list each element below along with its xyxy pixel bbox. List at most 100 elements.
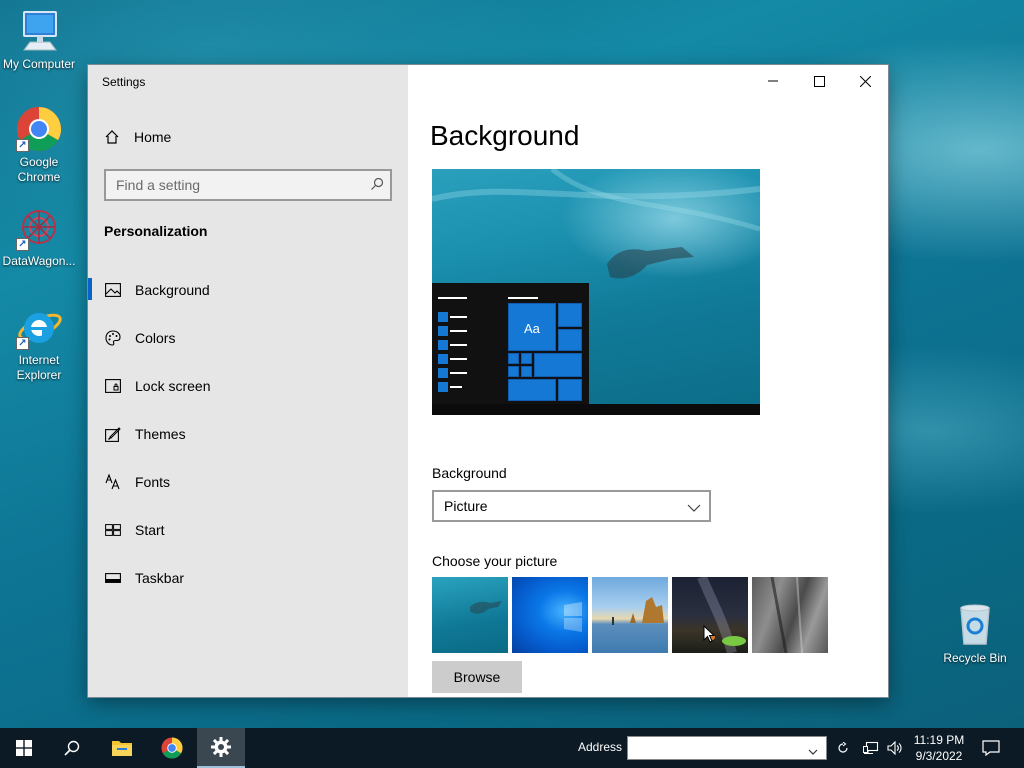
system-clock[interactable]: 11:19 PM 9/3/2022 [908, 732, 970, 764]
address-label: Address [578, 740, 623, 754]
settings-window: Settings Home Find a setting Personaliza… [88, 65, 888, 697]
nav-item-start[interactable]: Start [88, 506, 408, 554]
windows-logo-icon [16, 740, 32, 756]
nav-item-label: Colors [135, 330, 176, 346]
close-icon [859, 75, 871, 87]
shortcut-arrow-icon: ↗ [16, 139, 29, 152]
nav-item-fonts[interactable]: Fonts [88, 458, 408, 506]
desktop-icon-internet-explorer[interactable]: ↗ Internet Explorer [0, 304, 78, 383]
preview-tile [558, 379, 582, 401]
nav-item-taskbar[interactable]: Taskbar [88, 554, 408, 602]
desktop-icon-label: Internet Explorer [16, 353, 62, 382]
picture-thumbnail-underwater[interactable] [432, 577, 508, 653]
taskbar: Address 11:19 PM 9/3/2022 [0, 728, 1024, 768]
preview-taskbar [432, 404, 760, 415]
nav-item-label: Themes [135, 426, 186, 442]
background-preview: Aa [432, 169, 760, 415]
settings-taskbar-button[interactable] [197, 728, 245, 768]
preview-tile-large: Aa [508, 303, 556, 351]
choose-picture-label: Choose your picture [432, 553, 558, 569]
taskbar-icon [104, 569, 122, 587]
search-icon [64, 740, 80, 756]
window-title: Settings [102, 75, 146, 89]
picture-thumbnail-rock-face[interactable] [752, 577, 828, 653]
dropdown-value: Picture [444, 498, 488, 514]
section-heading: Personalization [104, 223, 208, 239]
chrome-icon [161, 737, 183, 759]
datawagon-icon: ↗ [16, 205, 62, 251]
desktop-icon-label: My Computer [2, 57, 76, 71]
computer-icon [16, 8, 62, 54]
network-tray-button[interactable] [858, 728, 884, 768]
preview-start-menu: Aa [432, 283, 589, 404]
home-icon [105, 130, 119, 144]
nav-item-background[interactable]: Background [88, 266, 408, 314]
settings-sidebar: Settings Home Find a setting Personaliza… [88, 65, 408, 697]
volume-tray-button[interactable] [882, 728, 908, 768]
settings-content: Background Aa Background Picture Choose … [408, 65, 888, 697]
clock-date: 9/3/2022 [915, 749, 963, 763]
desktop-icon-my-computer[interactable]: My Computer [0, 8, 78, 72]
picture-thumbnail-beach-rocks[interactable] [592, 577, 668, 653]
desktop-icon-label: Google Chrome [17, 155, 61, 184]
internet-explorer-icon: ↗ [16, 304, 62, 350]
nav-item-label: Fonts [135, 474, 171, 490]
maximize-icon [813, 75, 825, 87]
start-button[interactable] [0, 728, 48, 768]
mouse-cursor-icon [703, 625, 715, 643]
file-explorer-button[interactable] [98, 728, 146, 768]
nav-item-colors[interactable]: Colors [88, 314, 408, 362]
nav-item-lock-screen[interactable]: Lock screen [88, 362, 408, 410]
chevron-down-icon [808, 743, 818, 761]
nav-item-label: Start [135, 522, 165, 538]
preview-tile [558, 303, 582, 327]
browse-button[interactable]: Browse [432, 661, 522, 693]
palette-icon [104, 329, 122, 347]
desktop-icon-recycle-bin[interactable]: Recycle Bin [936, 602, 1014, 666]
desktop-icon-label: Recycle Bin [943, 651, 1007, 665]
clock-time: 11:19 PM [913, 733, 965, 747]
maximize-button[interactable] [796, 65, 842, 97]
home-label: Home [134, 129, 172, 145]
lock-screen-icon [104, 377, 122, 395]
preview-tile [558, 329, 582, 351]
search-input[interactable]: Find a setting [104, 169, 392, 201]
network-icon [863, 741, 879, 755]
preview-tile [521, 353, 532, 364]
action-center-button[interactable] [968, 728, 1014, 768]
settings-nav: Background Colors Lock screen Themes Fon… [88, 266, 408, 602]
speaker-icon [887, 741, 902, 755]
address-input[interactable] [627, 736, 827, 760]
shortcut-arrow-icon: ↗ [16, 337, 29, 350]
folder-icon [112, 741, 132, 756]
preview-tile [508, 379, 556, 401]
gear-icon [211, 737, 231, 757]
minimize-button[interactable] [750, 65, 796, 97]
refresh-icon [838, 742, 848, 753]
preview-tile [521, 366, 532, 377]
desktop-icon-google-chrome[interactable]: ↗ Google Chrome [0, 106, 78, 185]
nav-item-label: Lock screen [135, 378, 211, 394]
search-placeholder: Find a setting [116, 177, 201, 193]
search-icon [370, 177, 384, 194]
close-button[interactable] [842, 65, 888, 97]
search-button[interactable] [48, 728, 96, 768]
preview-tile [508, 353, 519, 364]
home-link[interactable]: Home [104, 129, 171, 145]
notification-icon [982, 740, 1000, 756]
fonts-icon [104, 473, 122, 491]
address-refresh-button[interactable] [830, 728, 856, 768]
recycle-bin-icon [952, 602, 998, 648]
desktop-icon-datawagon[interactable]: ↗ DataWagon... [0, 205, 78, 269]
nav-item-themes[interactable]: Themes [88, 410, 408, 458]
nav-item-label: Background [135, 282, 210, 298]
chevron-down-icon [687, 500, 701, 516]
minimize-icon [768, 80, 778, 82]
page-title: Background [430, 120, 580, 151]
picture-thumbnail-windows[interactable] [512, 577, 588, 653]
picture-icon [104, 281, 122, 299]
picture-thumbnails [432, 577, 832, 653]
chrome-taskbar-button[interactable] [148, 728, 196, 768]
chrome-icon: ↗ [16, 106, 62, 152]
background-type-dropdown[interactable]: Picture [432, 490, 711, 522]
